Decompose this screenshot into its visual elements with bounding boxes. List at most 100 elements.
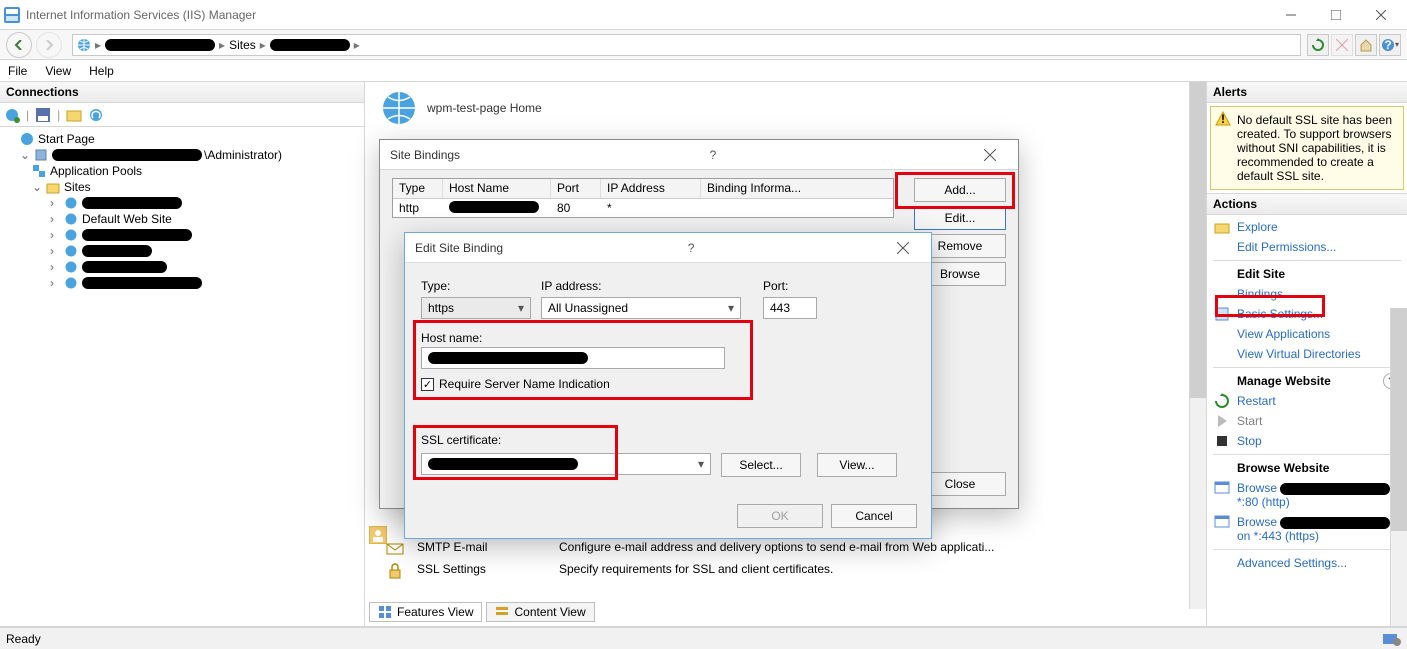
select-button[interactable]: Select... — [721, 453, 801, 477]
view-tabs: Features View Content View — [369, 602, 595, 622]
help-icon[interactable]: ?▾ — [1379, 34, 1401, 56]
help-icon[interactable]: ? — [688, 241, 701, 255]
navbar: ▸ ▸ Sites ▸ ▸ ?▾ — [0, 30, 1407, 60]
action-explore[interactable]: Explore — [1209, 217, 1405, 237]
bindings-table[interactable]: Type Host Name Port IP Address Binding I… — [392, 178, 894, 218]
action-view-apps[interactable]: View Applications — [1209, 324, 1405, 344]
tree-site[interactable]: › — [4, 227, 360, 243]
stop-icon — [1214, 433, 1230, 449]
dialog-title: Site Bindings — [390, 148, 460, 162]
ok-button: OK — [737, 504, 823, 528]
type-select[interactable]: https▾ — [421, 297, 531, 319]
config-icon[interactable] — [1383, 632, 1401, 646]
server-refresh-icon[interactable] — [88, 107, 104, 123]
tree-default-site[interactable]: ›Default Web Site — [4, 211, 360, 227]
tree-site[interactable]: › — [4, 243, 360, 259]
scrollbar[interactable] — [1390, 308, 1407, 626]
menu-help[interactable]: Help — [89, 64, 114, 78]
group-icon — [369, 526, 387, 544]
maximize-button[interactable] — [1313, 1, 1358, 29]
tree-site[interactable]: › — [4, 275, 360, 291]
tree-sites[interactable]: ⌄Sites — [4, 179, 360, 195]
action-advanced-settings[interactable]: Advanced Settings... — [1209, 553, 1405, 573]
action-browse-443[interactable]: Browse on *:443 (https) — [1209, 512, 1405, 546]
back-button[interactable] — [6, 32, 32, 58]
action-view-dirs[interactable]: View Virtual Directories — [1209, 344, 1405, 364]
port-input[interactable]: 443 — [763, 297, 817, 319]
tree-server[interactable]: ⌄\Administrator) — [4, 147, 360, 163]
tab-content[interactable]: Content View — [486, 602, 594, 622]
server-icon — [34, 148, 48, 162]
save-icon[interactable] — [35, 107, 51, 123]
col-host[interactable]: Host Name — [443, 179, 551, 198]
row-desc: Specify requirements for SSL and client … — [559, 562, 833, 580]
folder-up-icon[interactable] — [66, 107, 82, 123]
redacted — [105, 39, 215, 51]
action-restart[interactable]: Restart — [1209, 391, 1405, 411]
globe-icon — [77, 38, 91, 52]
stop-icon[interactable] — [1331, 34, 1353, 56]
view-button[interactable]: View... — [817, 453, 897, 477]
host-input[interactable] — [421, 347, 725, 369]
action-browse-80[interactable]: Browse *:80 (http) — [1209, 478, 1405, 512]
label-type: Type: — [421, 279, 450, 293]
home-icon[interactable] — [1355, 34, 1377, 56]
edit-button[interactable]: Edit... — [914, 206, 1006, 230]
restart-icon — [1214, 393, 1230, 409]
connections-tree[interactable]: Start Page ⌄\Administrator) Application … — [0, 127, 364, 295]
tree-site[interactable]: › — [4, 195, 360, 211]
minimize-button[interactable] — [1268, 1, 1313, 29]
action-start: Start — [1209, 411, 1405, 431]
cancel-button[interactable]: Cancel — [831, 504, 917, 528]
tab-features[interactable]: Features View — [369, 602, 482, 622]
tree-site[interactable]: › — [4, 259, 360, 275]
connections-panel: Connections | | Start Page ⌄\Administrat… — [0, 82, 365, 626]
site-icon — [64, 212, 78, 226]
action-basic-settings[interactable]: Basic Settings... — [1209, 304, 1405, 324]
close-button[interactable] — [1358, 1, 1403, 29]
close-icon[interactable] — [885, 235, 921, 261]
action-bindings[interactable]: Bindings... — [1209, 284, 1405, 304]
forward-button[interactable] — [36, 32, 62, 58]
col-info[interactable]: Binding Informa... — [701, 179, 893, 198]
section-browse-website: Browse Website — [1209, 458, 1405, 478]
row-name[interactable]: SSL Settings — [417, 562, 547, 580]
ssl-select[interactable]: ▾ — [421, 453, 711, 475]
svg-text:?: ? — [1384, 38, 1391, 52]
menu-view[interactable]: View — [45, 64, 71, 78]
connect-icon[interactable] — [4, 107, 20, 123]
ssl-icon — [386, 562, 404, 580]
iis-icon — [4, 7, 20, 23]
col-port[interactable]: Port — [551, 179, 601, 198]
help-icon[interactable]: ? — [710, 148, 723, 162]
refresh-icon[interactable] — [1307, 34, 1329, 56]
statusbar: Ready — [0, 627, 1407, 649]
row-name[interactable]: SMTP E-mail — [417, 540, 547, 558]
table-row[interactable]: http 80 * — [393, 199, 893, 217]
content-icon — [495, 605, 509, 619]
globe-large-icon — [381, 90, 417, 126]
connections-header: Connections — [0, 82, 364, 103]
col-type[interactable]: Type — [393, 179, 443, 198]
breadcrumb[interactable]: ▸ ▸ Sites ▸ ▸ — [72, 34, 1301, 56]
ip-select[interactable]: All Unassigned▾ — [541, 297, 741, 319]
connections-toolbar: | | — [0, 103, 364, 127]
add-button[interactable]: Add... — [914, 178, 1006, 202]
tree-app-pools[interactable]: Application Pools — [4, 163, 360, 179]
dialog-title: Edit Site Binding — [415, 241, 503, 255]
col-ip[interactable]: IP Address — [601, 179, 701, 198]
label-ip: IP address: — [541, 279, 601, 293]
tree-start-page[interactable]: Start Page — [4, 131, 360, 147]
menu-file[interactable]: File — [8, 64, 27, 78]
close-icon[interactable] — [972, 142, 1008, 168]
action-stop[interactable]: Stop — [1209, 431, 1405, 451]
action-edit-permissions[interactable]: Edit Permissions... — [1209, 237, 1405, 257]
sni-checkbox[interactable]: ✓Require Server Name Indication — [421, 377, 610, 391]
warning-icon: ! — [1215, 111, 1231, 127]
scrollbar[interactable] — [1189, 82, 1206, 609]
play-icon — [1214, 413, 1230, 429]
features-icon — [378, 605, 392, 619]
row-desc: Configure e-mail address and delivery op… — [559, 540, 994, 558]
smtp-icon — [386, 540, 404, 558]
svg-text:!: ! — [1221, 112, 1225, 126]
